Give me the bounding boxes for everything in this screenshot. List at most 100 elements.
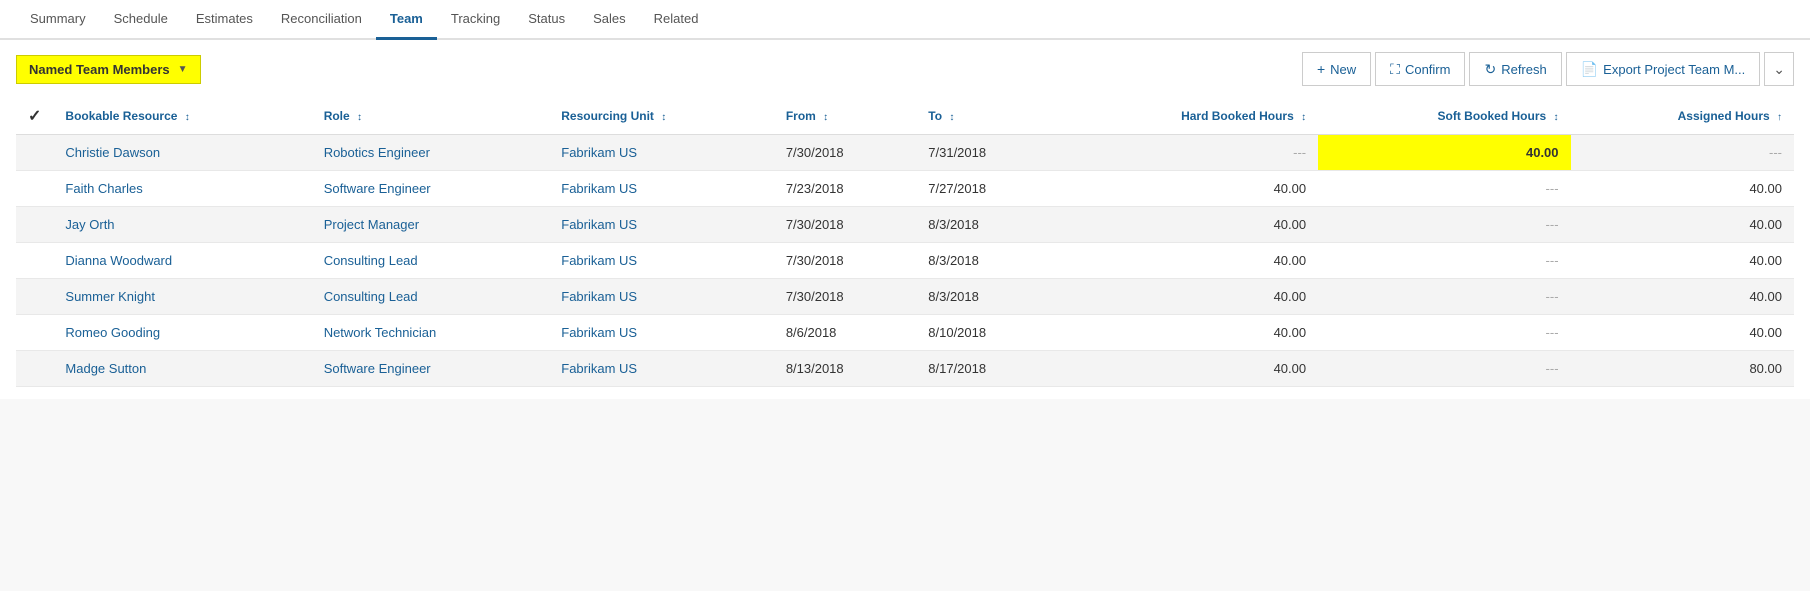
from-date: 7/30/2018: [774, 243, 916, 279]
role[interactable]: Project Manager: [312, 207, 550, 243]
assigned-hours: 40.00: [1571, 315, 1794, 351]
tab-related[interactable]: Related: [640, 0, 713, 40]
resourcing-unit[interactable]: Fabrikam US: [549, 243, 774, 279]
assigned-hours: 40.00: [1571, 243, 1794, 279]
export-button[interactable]: 📄 Export Project Team M...: [1566, 52, 1761, 86]
role[interactable]: Consulting Lead: [312, 243, 550, 279]
tab-status[interactable]: Status: [514, 0, 579, 40]
col-assigned-hours[interactable]: Assigned Hours ↑: [1571, 98, 1794, 135]
hard-booked-hours: ---: [1059, 135, 1318, 171]
section-title-label: Named Team Members: [29, 62, 170, 77]
role[interactable]: Software Engineer: [312, 171, 550, 207]
from-date: 7/30/2018: [774, 279, 916, 315]
sort-icon-to: ↕: [949, 112, 954, 123]
confirm-button[interactable]: ⛶ Confirm: [1375, 52, 1465, 86]
to-date: 8/17/2018: [916, 351, 1058, 387]
row-checkbox[interactable]: [16, 135, 53, 171]
resourcing-unit[interactable]: Fabrikam US: [549, 171, 774, 207]
row-checkbox[interactable]: [16, 171, 53, 207]
select-all-checkbox[interactable]: ✓: [16, 98, 53, 135]
resource-name[interactable]: Summer Knight: [53, 279, 311, 315]
soft-booked-hours: ---: [1318, 207, 1570, 243]
hard-booked-hours: 40.00: [1059, 243, 1318, 279]
refresh-button[interactable]: ↻ Refresh: [1469, 52, 1561, 86]
resourcing-unit[interactable]: Fabrikam US: [549, 279, 774, 315]
top-navigation: Summary Schedule Estimates Reconciliatio…: [0, 0, 1810, 40]
table-header-row: ✓ Bookable Resource ↕ Role ↕ Resourcing …: [16, 98, 1794, 135]
role[interactable]: Robotics Engineer: [312, 135, 550, 171]
team-members-table: ✓ Bookable Resource ↕ Role ↕ Resourcing …: [16, 98, 1794, 387]
chevron-down-icon: ⌄: [1773, 61, 1785, 78]
col-resourcing-unit[interactable]: Resourcing Unit ↕: [549, 98, 774, 135]
soft-booked-hours: ---: [1318, 315, 1570, 351]
named-team-members-dropdown[interactable]: Named Team Members ▼: [16, 55, 201, 84]
chevron-down-icon: ▼: [178, 64, 188, 75]
assigned-hours: 40.00: [1571, 171, 1794, 207]
table-row: Madge SuttonSoftware EngineerFabrikam US…: [16, 351, 1794, 387]
row-checkbox[interactable]: [16, 279, 53, 315]
tab-reconciliation[interactable]: Reconciliation: [267, 0, 376, 40]
soft-booked-hours: ---: [1318, 243, 1570, 279]
resourcing-unit[interactable]: Fabrikam US: [549, 351, 774, 387]
tab-sales[interactable]: Sales: [579, 0, 640, 40]
resourcing-unit[interactable]: Fabrikam US: [549, 315, 774, 351]
confirm-icon: ⛶: [1390, 61, 1400, 78]
tab-estimates[interactable]: Estimates: [182, 0, 267, 40]
col-bookable-resource[interactable]: Bookable Resource ↕: [53, 98, 311, 135]
from-date: 7/30/2018: [774, 135, 916, 171]
to-date: 8/10/2018: [916, 315, 1058, 351]
from-date: 8/6/2018: [774, 315, 916, 351]
resourcing-unit[interactable]: Fabrikam US: [549, 207, 774, 243]
plus-icon: +: [1317, 61, 1325, 77]
assigned-hours: ---: [1571, 135, 1794, 171]
col-from[interactable]: From ↕: [774, 98, 916, 135]
sort-icon-assigned: ↑: [1777, 112, 1782, 123]
table-row: Jay OrthProject ManagerFabrikam US7/30/2…: [16, 207, 1794, 243]
col-hard-booked-hours[interactable]: Hard Booked Hours ↕: [1059, 98, 1318, 135]
tab-tracking[interactable]: Tracking: [437, 0, 514, 40]
hard-booked-hours: 40.00: [1059, 171, 1318, 207]
to-date: 8/3/2018: [916, 207, 1058, 243]
col-to[interactable]: To ↕: [916, 98, 1058, 135]
resource-name[interactable]: Jay Orth: [53, 207, 311, 243]
resource-name[interactable]: Faith Charles: [53, 171, 311, 207]
refresh-icon: ↻: [1484, 61, 1496, 78]
table-row: Dianna WoodwardConsulting LeadFabrikam U…: [16, 243, 1794, 279]
resourcing-unit[interactable]: Fabrikam US: [549, 135, 774, 171]
main-content: Named Team Members ▼ + New ⛶ Confirm ↻ R…: [0, 40, 1810, 399]
new-button[interactable]: + New: [1302, 52, 1371, 86]
resource-name[interactable]: Christie Dawson: [53, 135, 311, 171]
table-row: Christie DawsonRobotics EngineerFabrikam…: [16, 135, 1794, 171]
col-role[interactable]: Role ↕: [312, 98, 550, 135]
to-date: 8/3/2018: [916, 279, 1058, 315]
refresh-button-label: Refresh: [1501, 62, 1547, 77]
header-actions: + New ⛶ Confirm ↻ Refresh 📄 Export Proje…: [1302, 52, 1794, 86]
to-date: 7/27/2018: [916, 171, 1058, 207]
tab-summary[interactable]: Summary: [16, 0, 100, 40]
export-button-label: Export Project Team M...: [1603, 62, 1745, 77]
col-soft-booked-hours[interactable]: Soft Booked Hours ↕: [1318, 98, 1570, 135]
table-row: Summer KnightConsulting LeadFabrikam US7…: [16, 279, 1794, 315]
role[interactable]: Network Technician: [312, 315, 550, 351]
table-row: Faith CharlesSoftware EngineerFabrikam U…: [16, 171, 1794, 207]
soft-booked-hours: ---: [1318, 279, 1570, 315]
sort-icon-resourcing-unit: ↕: [661, 112, 666, 123]
row-checkbox[interactable]: [16, 243, 53, 279]
resource-name[interactable]: Madge Sutton: [53, 351, 311, 387]
sort-icon-from: ↕: [823, 112, 828, 123]
row-checkbox[interactable]: [16, 315, 53, 351]
to-date: 7/31/2018: [916, 135, 1058, 171]
resource-name[interactable]: Romeo Gooding: [53, 315, 311, 351]
row-checkbox[interactable]: [16, 207, 53, 243]
assigned-hours: 40.00: [1571, 207, 1794, 243]
resource-name[interactable]: Dianna Woodward: [53, 243, 311, 279]
hard-booked-hours: 40.00: [1059, 351, 1318, 387]
role[interactable]: Consulting Lead: [312, 279, 550, 315]
role[interactable]: Software Engineer: [312, 351, 550, 387]
more-options-button[interactable]: ⌄: [1764, 52, 1794, 86]
soft-booked-hours: ---: [1318, 171, 1570, 207]
tab-team[interactable]: Team: [376, 0, 437, 40]
row-checkbox[interactable]: [16, 351, 53, 387]
tab-schedule[interactable]: Schedule: [100, 0, 182, 40]
new-button-label: New: [1330, 62, 1356, 77]
